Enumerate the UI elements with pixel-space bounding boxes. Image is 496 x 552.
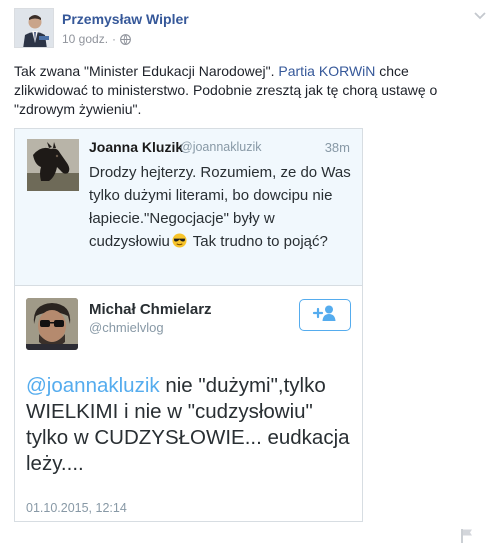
post-author-name[interactable]: Przemysław Wipler bbox=[62, 11, 189, 27]
tweet2-avatar bbox=[26, 298, 78, 350]
tweet2-mention: @joannakluzik bbox=[26, 374, 160, 397]
follow-button[interactable] bbox=[299, 299, 351, 331]
party-link[interactable]: Partia KORWiN bbox=[278, 63, 375, 79]
quoted-tweet: Joanna Kluzik @joannakluzik 38m Drodzy h… bbox=[15, 129, 362, 286]
tweet1-author-name: Joanna Kluzik bbox=[89, 139, 184, 155]
meta-separator: · bbox=[112, 32, 117, 46]
author-avatar[interactable] bbox=[14, 8, 54, 48]
tweet1-avatar bbox=[27, 139, 79, 191]
post-text: Tak zwana "Minister Edukacji Narodowej".… bbox=[14, 62, 474, 119]
tweet2-body: @joannakluzik nie "dużymi",tylko WIELKIM… bbox=[26, 373, 356, 477]
tweet1-time: 38m bbox=[324, 140, 350, 155]
tweet1-text-end: Tak trudno to pojąć? bbox=[188, 233, 328, 250]
chevron-down-icon[interactable] bbox=[472, 8, 488, 20]
post-timestamp[interactable]: 10 godz. bbox=[62, 32, 108, 46]
globe-icon[interactable] bbox=[120, 33, 131, 45]
post-text-part1: Tak zwana "Minister Edukacji Narodowej". bbox=[14, 63, 279, 79]
post-meta: 10 godz. · bbox=[62, 32, 131, 46]
main-tweet: Michał Chmielarz @chmielvlog @joannakluz… bbox=[15, 287, 362, 521]
tweet-screenshot[interactable]: Joanna Kluzik @joannakluzik 38m Drodzy h… bbox=[14, 128, 363, 522]
tweet2-author-name: Michał Chmielarz bbox=[89, 301, 212, 318]
sunglasses-emoji-icon bbox=[172, 232, 187, 248]
tweet1-body: Drodzy hejterzy. Rozumiem, ze do Was tyl… bbox=[89, 161, 354, 253]
tweet2-handle: @chmielvlog bbox=[89, 320, 164, 335]
tweet2-date: 01.10.2015, 12:14 bbox=[26, 501, 127, 515]
add-user-icon bbox=[312, 304, 338, 327]
flag-icon[interactable] bbox=[460, 528, 474, 544]
facebook-post: Przemysław Wipler 10 godz. · Tak zwana "… bbox=[0, 0, 496, 552]
tweet1-handle: @joannakluzik bbox=[180, 140, 262, 154]
